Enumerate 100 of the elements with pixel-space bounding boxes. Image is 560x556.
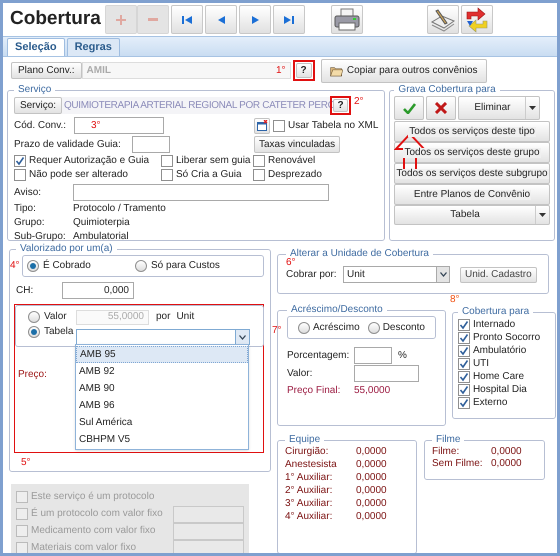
field-label: CH: <box>16 284 34 296</box>
radio-label: Acréscimo <box>313 322 360 334</box>
last-record-button[interactable] <box>273 5 305 34</box>
unit-label: por <box>156 311 170 323</box>
checkbox-label: Hospital Dia <box>472 384 527 396</box>
unid-button[interactable]: Unid. Cadastro <box>460 266 537 282</box>
x-icon <box>435 102 448 114</box>
dropdown-option[interactable]: AMB 96 <box>76 397 248 414</box>
caret-icon <box>538 213 546 217</box>
text-field[interactable] <box>73 184 329 201</box>
scope-button[interactable]: Todos os serviços deste subgrupo <box>394 163 550 184</box>
text-field[interactable] <box>354 347 392 364</box>
dropdown-option[interactable]: Sul América <box>76 414 248 431</box>
checkbox[interactable] <box>16 491 28 503</box>
text-field[interactable]: AMIL 1° <box>82 62 291 79</box>
scope-button[interactable]: Todos os serviços deste tipo <box>394 121 550 142</box>
checkbox[interactable] <box>458 332 470 344</box>
text-field[interactable] <box>173 506 244 522</box>
checkmark-icon <box>402 102 416 114</box>
triangle-left-icon <box>218 16 224 24</box>
film-label: Filme: <box>432 446 460 458</box>
step-number: 7° <box>272 325 282 337</box>
scope-button[interactable]: Todos os serviços deste grupo <box>394 142 550 163</box>
checkbox[interactable] <box>16 508 28 520</box>
checkbox-label: Não pode ser alterado <box>29 169 128 181</box>
checkbox[interactable] <box>458 371 470 383</box>
checkbox[interactable] <box>458 345 470 357</box>
text-field[interactable] <box>354 365 419 382</box>
text-field[interactable] <box>173 522 244 540</box>
tab[interactable]: Seleção <box>7 38 65 56</box>
previous-button[interactable] <box>205 5 237 34</box>
radio-label: Valor <box>44 311 67 323</box>
tabela-select[interactable] <box>76 329 250 345</box>
first-record-button[interactable] <box>171 5 203 34</box>
service-button[interactable]: Serviço: <box>14 97 62 114</box>
field-label: Preço Final: <box>287 385 342 397</box>
film-value: 0,0000 <box>491 458 522 470</box>
checkbox[interactable] <box>458 384 470 396</box>
confirm-button[interactable] <box>394 96 424 120</box>
unit-value: Unit <box>176 311 194 323</box>
taxas-button[interactable]: Taxas vinculadas <box>254 136 340 153</box>
chevron-icon <box>239 334 246 340</box>
field-value: AMIL <box>86 64 111 76</box>
group-title: Filme <box>435 434 462 446</box>
checkbox[interactable] <box>161 155 173 167</box>
help-button[interactable]: ? <box>296 63 312 78</box>
checkbox[interactable] <box>14 155 26 167</box>
team-label: Anestesista <box>285 459 338 471</box>
text-field[interactable] <box>132 136 170 153</box>
paper-pen-icon <box>430 8 456 32</box>
dropdown-option[interactable]: AMB 92 <box>76 363 248 380</box>
radio-button[interactable] <box>368 322 380 334</box>
checkbox-label: Internado <box>472 319 516 331</box>
dropdown-option[interactable]: AMB 95 <box>76 346 248 363</box>
checkbox[interactable] <box>14 169 26 181</box>
scope-button[interactable]: Entre Planos de Convênio <box>394 184 550 205</box>
checkbox-label: Liberar sem guia <box>176 155 250 167</box>
checkbox[interactable] <box>458 397 470 409</box>
tab[interactable]: Regras <box>66 38 120 56</box>
radio-button[interactable] <box>135 260 147 272</box>
text-field[interactable] <box>173 540 244 553</box>
plano-button[interactable]: Plano Conv.: <box>11 62 82 79</box>
checkbox[interactable] <box>253 155 265 167</box>
checkbox[interactable] <box>253 169 265 181</box>
checkbox[interactable] <box>458 358 470 370</box>
copy-button[interactable]: Copiar para outros convênios <box>320 58 487 82</box>
checkbox[interactable] <box>161 169 173 181</box>
info-value: Protocolo / Tramento <box>73 203 166 216</box>
radio-button[interactable] <box>28 311 40 323</box>
window-button[interactable] <box>254 118 270 134</box>
radio-button[interactable] <box>27 260 39 272</box>
help-button[interactable]: ? <box>333 99 348 112</box>
text-field[interactable]: 0,000 <box>62 282 134 299</box>
cobrar-select[interactable]: Unit <box>343 266 450 283</box>
triangle-right-icon <box>252 16 258 24</box>
step-number: 3° <box>91 120 101 132</box>
text-field[interactable]: 3° <box>74 117 164 134</box>
checkbox[interactable] <box>273 120 285 132</box>
checkbox[interactable] <box>16 525 28 537</box>
eliminar-button[interactable]: Eliminar <box>458 96 540 120</box>
checkbox-label: Requer Autorização e Guia <box>29 155 150 167</box>
checkbox[interactable] <box>16 542 28 553</box>
next-button[interactable] <box>239 5 271 34</box>
info-label: Grupo: <box>14 217 46 230</box>
delete-button[interactable] <box>426 96 456 120</box>
sync-button[interactable] <box>461 5 493 34</box>
checkbox-label: Renovável <box>268 155 316 167</box>
checkbox[interactable] <box>458 319 470 331</box>
radio-button[interactable] <box>298 322 310 334</box>
tabela-button[interactable]: Tabela <box>394 205 550 225</box>
dropdown-option[interactable]: AMB 90 <box>76 380 248 397</box>
dropdown-option[interactable]: CBHPM V5 <box>76 431 248 448</box>
edit-button[interactable] <box>427 5 459 34</box>
radio-button[interactable] <box>28 326 40 338</box>
checkbox-label: Medicamento com valor fixo <box>31 525 156 537</box>
group-title: Equipe <box>288 434 322 446</box>
team-label: Cirurgião: <box>285 446 330 458</box>
field-value: 0,000 <box>104 284 129 296</box>
print-button[interactable] <box>331 5 363 34</box>
window-title: Cobertura <box>10 7 102 32</box>
